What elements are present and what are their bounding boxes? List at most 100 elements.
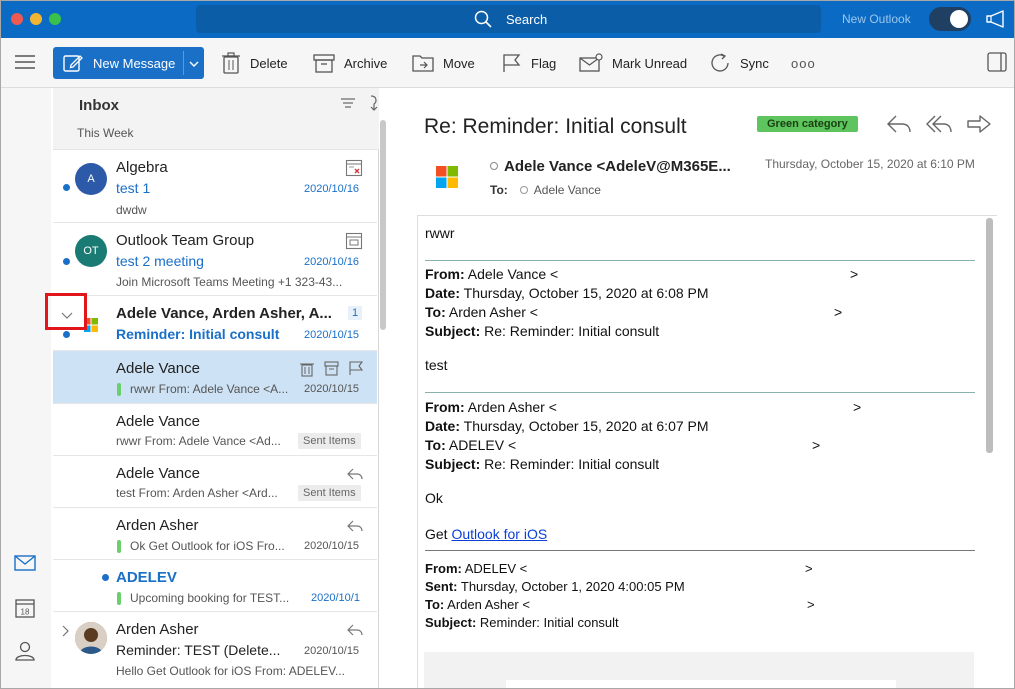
preview: rwwr From: Adele Vance <Ad... bbox=[116, 434, 281, 448]
new-outlook-toggle[interactable] bbox=[929, 7, 971, 31]
folder-badge: Sent Items bbox=[298, 485, 361, 501]
archive-button[interactable]: Archive bbox=[313, 47, 387, 79]
archive-icon[interactable] bbox=[324, 361, 339, 381]
subject: test 1 bbox=[116, 180, 151, 196]
sender-name: Adele Vance bbox=[116, 413, 200, 430]
reply-all-icon[interactable] bbox=[926, 114, 952, 139]
more-icon: ooo bbox=[791, 55, 816, 71]
subject: test 2 meeting bbox=[116, 253, 204, 269]
category-badge[interactable]: Green category bbox=[757, 116, 858, 132]
quote-to: To: ADELEV < bbox=[425, 437, 517, 453]
list-scrollbar[interactable] bbox=[380, 120, 386, 330]
microsoft-logo-icon bbox=[436, 166, 458, 193]
search-bar[interactable]: Search bbox=[196, 5, 821, 33]
preview: dwdw bbox=[116, 203, 147, 217]
sort-icon[interactable] bbox=[368, 95, 380, 116]
search-icon bbox=[474, 10, 492, 33]
megaphone-icon[interactable] bbox=[985, 10, 1007, 33]
sender-line[interactable]: Adele Vance <AdeleV@M365E... bbox=[490, 158, 731, 175]
outlook-window: Search New Outlook New Message Delete Ar… bbox=[0, 0, 1015, 689]
quote-from: From: Adele Vance < bbox=[425, 266, 559, 282]
date: 2020/10/16 bbox=[304, 256, 360, 268]
date: 2020/10/15 bbox=[304, 540, 360, 552]
body-text: Get Outlook for iOS bbox=[425, 526, 548, 542]
sender-name: Adele Vance bbox=[116, 465, 200, 482]
preview: Upcoming booking for TEST... bbox=[130, 591, 290, 605]
sync-label: Sync bbox=[740, 55, 769, 71]
flag-icon bbox=[503, 54, 521, 72]
list-item[interactable]: Arden Asher Reminder: TEST (Delete... 20… bbox=[53, 612, 377, 688]
sender-address: Adele Vance <AdeleV@M365E... bbox=[504, 158, 731, 175]
recipient-name[interactable]: Adele Vance bbox=[534, 183, 601, 197]
flag-button[interactable]: Flag bbox=[502, 47, 556, 79]
mark-unread-icon bbox=[579, 53, 603, 72]
flag-icon[interactable] bbox=[349, 361, 364, 381]
body-text: rwwr bbox=[425, 225, 455, 241]
move-button[interactable]: Move bbox=[412, 47, 475, 79]
list-item[interactable]: Adele Vance rwwr From: Adele Vance <A...… bbox=[53, 351, 377, 404]
sender-name: Arden Asher bbox=[116, 621, 199, 638]
preview: Hello Get Outlook for iOS From: ADELEV..… bbox=[116, 664, 345, 678]
mail-icon[interactable] bbox=[14, 555, 36, 576]
mark-unread-button[interactable]: Mark Unread bbox=[579, 47, 687, 79]
svg-text:18: 18 bbox=[21, 608, 30, 617]
list-item[interactable]: A Algebra test 1 2020/10/16 dwdw bbox=[53, 150, 377, 223]
preview: test From: Arden Asher <Ard... bbox=[116, 486, 278, 500]
new-message-label: New Message bbox=[93, 56, 176, 71]
hamburger-menu-icon[interactable] bbox=[15, 55, 35, 74]
body-text: test bbox=[425, 357, 448, 373]
message-subject: Re: Reminder: Initial consult bbox=[424, 115, 687, 138]
zoom-window-button[interactable] bbox=[49, 13, 61, 25]
close-window-button[interactable] bbox=[11, 13, 23, 25]
conversation-header[interactable]: Adele Vance, Arden Asher, A... 1 Reminde… bbox=[53, 296, 377, 351]
quoted-content-box bbox=[424, 652, 974, 688]
unread-indicator bbox=[102, 574, 109, 581]
reply-icon bbox=[347, 519, 363, 537]
quote-subject: Subject: Re: Reminder: Initial consult bbox=[425, 323, 660, 339]
sync-icon bbox=[711, 53, 729, 72]
reading-pane: Re: Reminder: Initial consult Green cate… bbox=[401, 88, 1014, 688]
delete-button[interactable]: Delete bbox=[221, 47, 288, 79]
folder-title: Inbox bbox=[79, 97, 119, 114]
move-label: Move bbox=[443, 55, 475, 71]
toolbar: New Message Delete Archive Move Flag Mar… bbox=[1, 38, 1014, 88]
sender-name: Adele Vance, Arden Asher, A... bbox=[116, 305, 332, 322]
list-item[interactable]: OT Outlook Team Group test 2 meeting 202… bbox=[53, 223, 377, 296]
filter-icon[interactable] bbox=[341, 97, 355, 115]
quote-sent: Sent: Thursday, October 1, 2020 4:00:05 … bbox=[425, 579, 685, 594]
minimize-window-button[interactable] bbox=[30, 13, 42, 25]
calendar-icon[interactable]: 18 bbox=[14, 597, 36, 624]
sender-name: Arden Asher bbox=[116, 517, 199, 534]
new-outlook-label: New Outlook bbox=[842, 12, 911, 26]
chevron-right-icon[interactable] bbox=[61, 624, 71, 642]
category-bar bbox=[117, 592, 121, 605]
preview: Ok Get Outlook for iOS Fro... bbox=[130, 539, 285, 553]
trash-icon[interactable] bbox=[300, 361, 314, 382]
people-icon[interactable] bbox=[14, 640, 36, 667]
sender-name: ADELEV bbox=[116, 569, 177, 586]
unread-indicator bbox=[63, 184, 70, 191]
delete-label: Delete bbox=[250, 55, 288, 71]
more-button[interactable]: ooo bbox=[791, 47, 816, 79]
search-label: Search bbox=[506, 12, 548, 27]
category-bar bbox=[117, 383, 121, 396]
recipient-line: To: Adele Vance bbox=[490, 183, 601, 197]
compose-icon bbox=[63, 53, 83, 78]
forward-icon[interactable] bbox=[966, 114, 992, 139]
subject: Reminder: TEST (Delete... bbox=[116, 642, 281, 658]
avatar: OT bbox=[75, 235, 107, 267]
chevron-down-icon[interactable] bbox=[188, 57, 200, 75]
list-item[interactable]: Adele Vance rwwr From: Adele Vance <Ad..… bbox=[53, 404, 377, 456]
side-panel-icon[interactable] bbox=[987, 52, 1007, 77]
reply-icon[interactable] bbox=[886, 114, 912, 139]
body-scrollbar[interactable] bbox=[986, 218, 993, 453]
new-message-button[interactable]: New Message bbox=[53, 47, 204, 79]
list-item[interactable]: Adele Vance test From: Arden Asher <Ard.… bbox=[53, 456, 377, 508]
quote-subject: Subject: Re: Reminder: Initial consult bbox=[425, 456, 660, 472]
sync-button[interactable]: Sync bbox=[709, 47, 769, 79]
preview: Join Microsoft Teams Meeting +1 323-43..… bbox=[116, 275, 343, 289]
archive-icon bbox=[313, 54, 335, 73]
list-item[interactable]: ADELEV Upcoming booking for TEST... 2020… bbox=[53, 560, 377, 612]
outlook-ios-link[interactable]: Outlook for iOS bbox=[451, 526, 547, 542]
list-item[interactable]: Arden Asher Ok Get Outlook for iOS Fro..… bbox=[53, 508, 377, 560]
